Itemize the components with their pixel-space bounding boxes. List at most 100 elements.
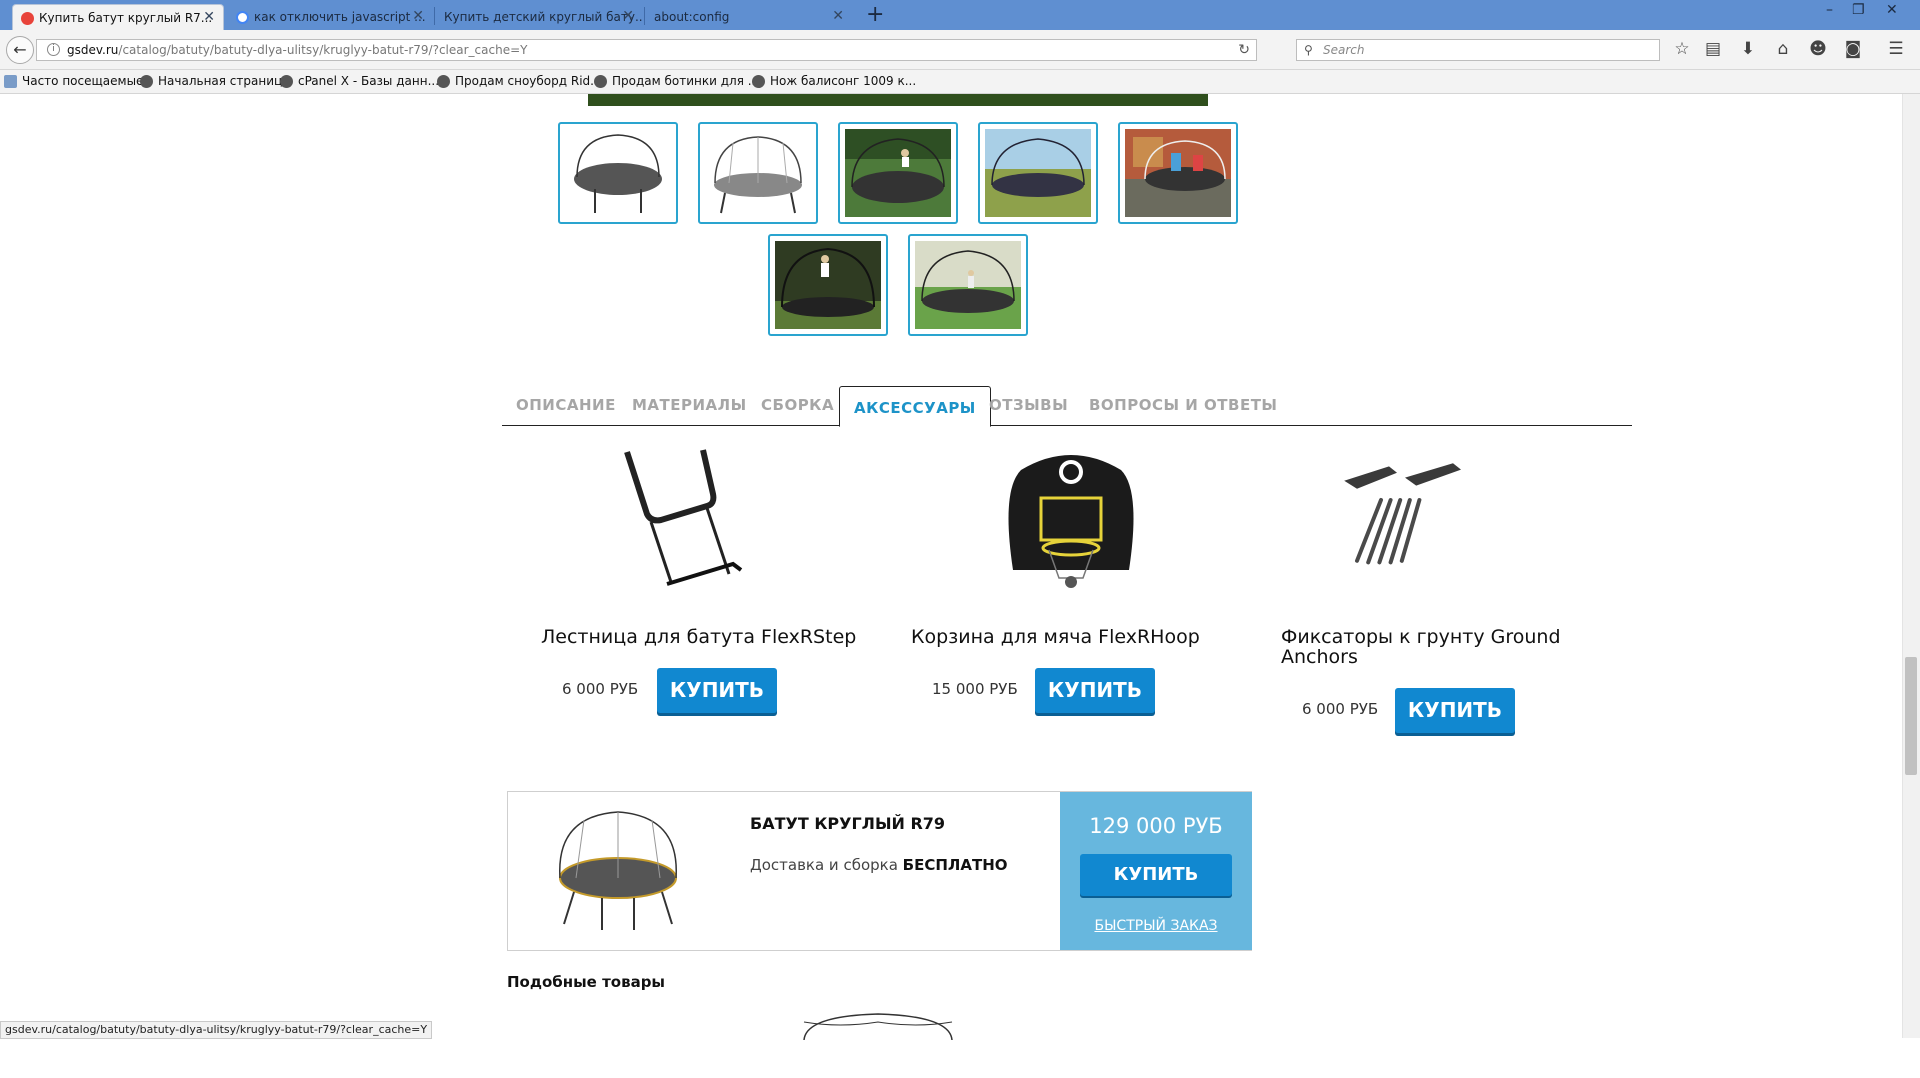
search-placeholder: Search bbox=[1323, 43, 1365, 57]
tab-materials[interactable]: МАТЕРИАЛЫ bbox=[632, 396, 747, 414]
tab-separator bbox=[644, 7, 645, 25]
globe-icon bbox=[594, 75, 607, 88]
buy-button[interactable]: КУПИТЬ bbox=[1035, 668, 1155, 713]
browser-tab-2[interactable]: как отключить javascript ... ✕ bbox=[228, 4, 432, 30]
close-window-icon[interactable]: ✕ bbox=[1886, 2, 1898, 18]
quick-order-link[interactable]: БЫСТРЫЙ ЗАКАЗ bbox=[1060, 918, 1252, 934]
bookmark-star-icon[interactable]: ☆ bbox=[1671, 39, 1693, 59]
scrollbar-thumb[interactable] bbox=[1905, 657, 1917, 775]
basketball-hoop-image[interactable] bbox=[991, 450, 1151, 610]
gallery-thumbnail[interactable] bbox=[768, 234, 888, 336]
buy-button[interactable]: КУПИТЬ bbox=[1395, 688, 1515, 733]
url-path: /catalog/batuty/batuty-dlya-ulitsy/krugl… bbox=[118, 43, 528, 57]
tab-title: about:config bbox=[654, 10, 730, 24]
back-button[interactable]: ← bbox=[6, 36, 34, 64]
globe-icon bbox=[280, 75, 293, 88]
tab-assembly[interactable]: СБОРКА bbox=[761, 396, 834, 414]
accessory-title[interactable]: Фиксаторы к грунту Ground Anchors bbox=[1281, 627, 1571, 667]
gallery-thumbnail[interactable] bbox=[978, 122, 1098, 224]
downloads-icon[interactable]: ⬇ bbox=[1737, 39, 1759, 59]
gallery-thumbnail[interactable] bbox=[908, 234, 1028, 336]
bookmark-label: Часто посещаемые bbox=[22, 74, 144, 88]
home-icon[interactable]: ⌂ bbox=[1772, 39, 1794, 59]
gallery-thumbnail[interactable] bbox=[838, 122, 958, 224]
browser-tab-1[interactable]: Купить батут круглый R7... ✕ bbox=[12, 4, 224, 30]
buybox-price-panel: 129 000 РУБ КУПИТЬ БЫСТРЫЙ ЗАКАЗ bbox=[1060, 792, 1252, 950]
url-domain: gsdev.ru bbox=[67, 43, 119, 57]
gallery-thumbnail[interactable] bbox=[558, 122, 678, 224]
ground-anchors-image[interactable] bbox=[1341, 444, 1501, 604]
google-favicon bbox=[236, 11, 249, 24]
reload-icon[interactable]: ↻ bbox=[1238, 40, 1250, 60]
photo-image bbox=[1125, 129, 1231, 217]
tab-title: как отключить javascript ... bbox=[254, 10, 426, 24]
trampoline-image bbox=[705, 129, 811, 217]
close-tab-icon[interactable]: ✕ bbox=[412, 8, 424, 24]
tab-reviews[interactable]: ОТЗЫВЫ bbox=[989, 396, 1068, 414]
bookmark-label: Нож балисонг 1009 к... bbox=[770, 74, 917, 88]
delivery-info: Доставка и сборка БЕСПЛАТНО bbox=[750, 856, 1008, 874]
scrollbar[interactable] bbox=[1902, 94, 1920, 1038]
reading-list-icon[interactable]: ▤ bbox=[1702, 39, 1724, 59]
globe-icon bbox=[437, 75, 450, 88]
ladder-image[interactable] bbox=[611, 444, 771, 604]
accessory-title[interactable]: Лестница для батута FlexRStep bbox=[541, 627, 856, 647]
bookmark-item[interactable]: cPanel X - Базы данн... bbox=[280, 74, 439, 88]
status-bar: gsdev.ru/catalog/batuty/batuty-dlya-ulit… bbox=[0, 1021, 433, 1039]
navigation-toolbar: ← i gsdev.ru/catalog/batuty/batuty-dlya-… bbox=[0, 30, 1920, 70]
globe-icon bbox=[752, 75, 765, 88]
pocket-icon[interactable]: ◙ bbox=[1842, 39, 1864, 59]
buybox-price: 129 000 РУБ bbox=[1089, 814, 1223, 838]
buy-button[interactable]: КУПИТЬ bbox=[657, 668, 777, 713]
product-buy-box: БАТУТ КРУГЛЫЙ R79 Доставка и сборка БЕСП… bbox=[507, 791, 1252, 951]
globe-icon bbox=[140, 75, 153, 88]
main-product-image-edge bbox=[588, 94, 1208, 106]
site-favicon bbox=[21, 12, 34, 25]
close-tab-icon[interactable]: ✕ bbox=[203, 9, 215, 25]
menu-icon[interactable]: ☰ bbox=[1885, 39, 1907, 59]
bookmark-label: Начальная страница bbox=[158, 74, 290, 88]
search-input[interactable]: ⚲ Search bbox=[1296, 39, 1660, 61]
delivery-text: Доставка и сборка bbox=[750, 856, 903, 874]
browser-tab-4[interactable]: about:config ✕ bbox=[646, 4, 852, 30]
new-tab-button[interactable]: + bbox=[866, 2, 884, 27]
bookmark-folder-icon bbox=[4, 75, 17, 88]
info-icon[interactable]: i bbox=[47, 43, 60, 56]
tab-description[interactable]: ОПИСАНИЕ bbox=[516, 396, 616, 414]
search-icon: ⚲ bbox=[1304, 43, 1313, 57]
delivery-free: БЕСПЛАТНО bbox=[902, 856, 1008, 874]
similar-product-image[interactable] bbox=[800, 1012, 956, 1042]
bookmark-item[interactable]: Продам ботинки для ... bbox=[594, 74, 759, 88]
hello-icon[interactable]: ☻ bbox=[1807, 39, 1829, 59]
bookmark-item[interactable]: Часто посещаемые bbox=[4, 74, 143, 88]
browser-tab-3[interactable]: Купить детский круглый бату... ✕ bbox=[436, 4, 642, 30]
bookmark-item[interactable]: Начальная страница bbox=[140, 74, 290, 88]
bookmark-item[interactable]: Продам сноуборд Rid... bbox=[437, 74, 602, 88]
browser-tab-bar: Купить батут круглый R7... ✕ как отключи… bbox=[0, 0, 1920, 30]
gallery-thumbnail[interactable] bbox=[1118, 122, 1238, 224]
url-bar[interactable]: i gsdev.ru/catalog/batuty/batuty-dlya-ul… bbox=[36, 39, 1257, 61]
photo-image bbox=[985, 129, 1091, 217]
accessory-price: 6 000 РУБ bbox=[1302, 700, 1379, 718]
bookmark-item[interactable]: Нож балисонг 1009 к... bbox=[752, 74, 916, 88]
accessory-title[interactable]: Корзина для мяча FlexRHoop bbox=[911, 627, 1200, 647]
buy-button[interactable]: КУПИТЬ bbox=[1080, 854, 1232, 896]
gallery-thumbnail[interactable] bbox=[698, 122, 818, 224]
tab-questions[interactable]: ВОПРОСЫ И ОТВЕТЫ bbox=[1089, 396, 1277, 414]
bookmark-label: Продам ботинки для ... bbox=[612, 74, 760, 88]
tabs-underline bbox=[502, 425, 1632, 426]
tab-title: Купить батут круглый R7... bbox=[39, 11, 213, 25]
photo-image bbox=[775, 241, 881, 329]
close-tab-icon[interactable]: ✕ bbox=[832, 8, 844, 24]
tab-accessories[interactable]: АКСЕССУАРЫ bbox=[839, 386, 991, 427]
close-tab-icon[interactable]: ✕ bbox=[622, 8, 634, 24]
photo-image bbox=[915, 241, 1021, 329]
photo-image bbox=[845, 129, 951, 217]
trampoline-r79-image bbox=[559, 811, 677, 930]
trampoline-image bbox=[565, 129, 671, 217]
bookmark-label: Продам сноуборд Rid... bbox=[455, 74, 602, 88]
similar-products-heading: Подобные товары bbox=[507, 973, 665, 991]
minimize-icon[interactable]: – bbox=[1826, 2, 1833, 18]
bookmark-label: cPanel X - Базы данн... bbox=[298, 74, 440, 88]
restore-icon[interactable]: ❐ bbox=[1852, 2, 1865, 18]
